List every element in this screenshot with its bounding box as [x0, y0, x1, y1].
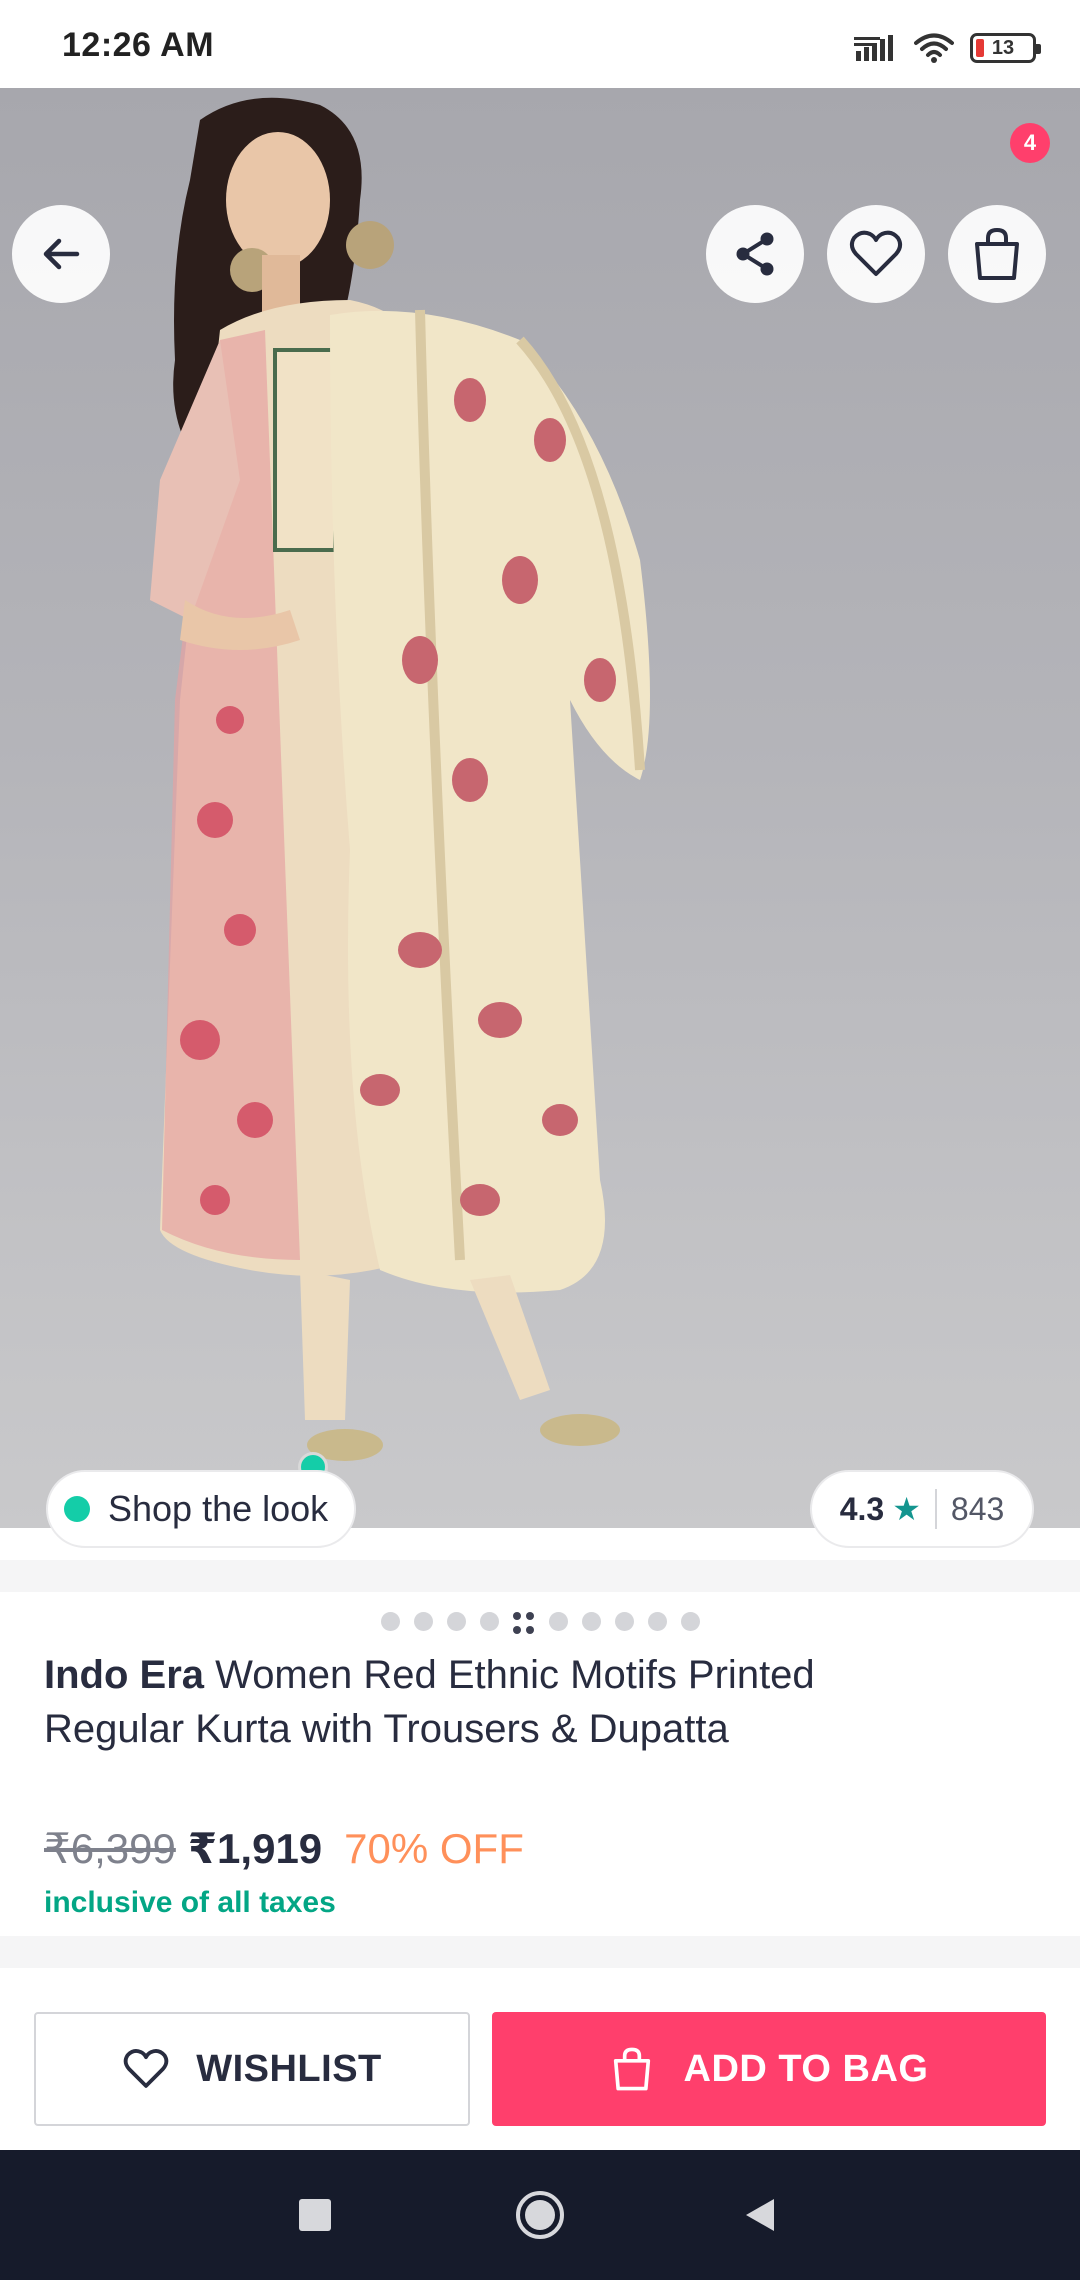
green-dot-icon	[64, 1496, 90, 1522]
shopping-bag-icon	[613, 2047, 650, 2091]
add-to-bag-label: ADD TO BAG	[683, 2047, 929, 2090]
wishlist-icon-button[interactable]	[827, 205, 925, 303]
battery-icon: 13	[970, 33, 1041, 63]
signal-icon	[854, 35, 893, 61]
wishlist-button[interactable]: WISHLIST	[34, 2012, 470, 2126]
section-divider	[0, 1560, 1080, 1592]
rating-count: 843	[950, 1490, 1005, 1527]
share-button[interactable]	[706, 205, 804, 303]
recents-button[interactable]	[290, 2150, 340, 2280]
star-icon: ★	[892, 1491, 921, 1527]
wishlist-label: WISHLIST	[196, 2047, 382, 2090]
back-button[interactable]	[12, 205, 110, 303]
heart-icon	[123, 2049, 169, 2088]
selling-price: ₹1,919	[187, 1825, 323, 1872]
section-divider	[0, 1936, 1080, 1968]
carousel-dot[interactable]	[413, 1612, 433, 1631]
add-to-bag-button[interactable]: ADD TO BAG	[492, 2012, 1046, 2126]
shop-the-look-button[interactable]: Shop the look	[46, 1470, 357, 1548]
carousel-dot[interactable]	[380, 1612, 400, 1631]
bag-count-badge: 4	[1010, 123, 1050, 163]
brand-name[interactable]: Indo Era	[44, 1653, 204, 1697]
rating-value: 4.3	[839, 1490, 885, 1527]
status-bar: 12:26 AM 13	[0, 0, 1080, 88]
system-nav-bar	[0, 2150, 1080, 2280]
product-image[interactable]	[0, 88, 1080, 1528]
wifi-icon	[914, 33, 954, 63]
model-illustration	[150, 97, 650, 1461]
back-triangle-icon	[746, 2199, 774, 2231]
carousel-dot-active[interactable]	[512, 1612, 535, 1634]
price-row: ₹6,399 ₹1,919 70% OFF	[44, 1824, 524, 1873]
battery-level: 13	[991, 36, 1015, 59]
tax-note: inclusive of all taxes	[44, 1886, 336, 1919]
carousel-dot[interactable]	[548, 1612, 568, 1631]
carousel-dot[interactable]	[479, 1612, 499, 1631]
carousel-dot[interactable]	[446, 1612, 466, 1631]
carousel-indicator	[0, 1612, 1080, 1634]
status-icons: 13	[854, 28, 1041, 68]
heart-icon	[849, 230, 903, 276]
bag-button[interactable]	[948, 205, 1046, 303]
carousel-dot[interactable]	[581, 1612, 601, 1631]
rating-divider	[934, 1489, 937, 1529]
back-arrow-icon	[43, 238, 80, 270]
product-title: Indo Era Women Red Ethnic Motifs Printed…	[44, 1648, 824, 1756]
mrp-price: ₹6,399	[44, 1825, 176, 1872]
rating-pill[interactable]: 4.3 ★ 843	[810, 1470, 1034, 1548]
recents-square-icon	[299, 2199, 331, 2231]
system-back-button[interactable]	[740, 2150, 780, 2280]
carousel-dot[interactable]	[614, 1612, 634, 1631]
carousel-dot[interactable]	[680, 1612, 700, 1631]
shopping-bag-icon	[975, 227, 1019, 280]
discount-label: 70% OFF	[344, 1825, 524, 1872]
home-circle-icon	[516, 2191, 564, 2239]
share-icon	[736, 232, 774, 276]
status-time: 12:26 AM	[62, 26, 215, 64]
shop-the-look-label: Shop the look	[108, 1488, 329, 1529]
home-button[interactable]	[514, 2150, 566, 2280]
carousel-dot[interactable]	[647, 1612, 667, 1631]
